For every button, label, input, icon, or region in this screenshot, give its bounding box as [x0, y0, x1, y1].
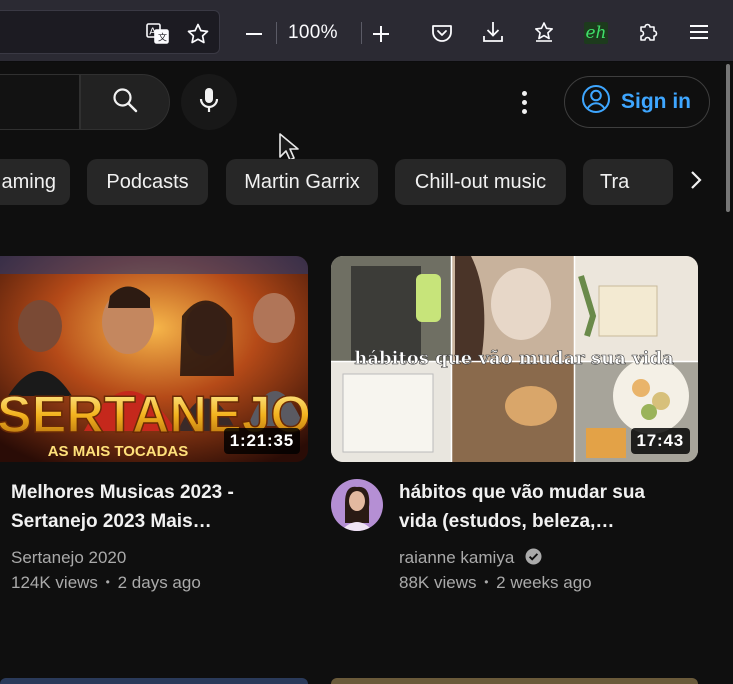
microphone-icon: [198, 86, 220, 119]
voice-search-button[interactable]: [181, 74, 237, 130]
thumbnail-subtitle-text: AS MAIS TOCADAS: [48, 443, 189, 460]
search-icon: [111, 86, 139, 119]
extension-star-icon[interactable]: [530, 18, 558, 46]
video-duration: 17:43: [630, 428, 690, 454]
chip-label: aming: [1, 170, 56, 193]
settings-more-button[interactable]: [512, 86, 536, 118]
video-thumbnail[interactable]: hábitos que vão mudar sua vida 17:43: [331, 256, 698, 462]
video-title[interactable]: Melhores Musicas 2023 - Sertanejo 2023 M…: [11, 478, 311, 536]
download-icon[interactable]: [479, 18, 507, 46]
next-video-thumbnail[interactable]: [0, 678, 308, 684]
channel-name[interactable]: raianne kamiya: [399, 545, 542, 572]
meta-separator: •: [484, 575, 489, 589]
zoom-level[interactable]: 100%: [288, 22, 338, 44]
channel-avatar[interactable]: [331, 479, 383, 531]
zoom-separator: [361, 22, 362, 44]
thumbnail-title-text: hábitos que vão mudar sua vida: [354, 348, 674, 369]
search-button[interactable]: [80, 74, 170, 130]
browser-toolbar: A文 100% eh: [0, 0, 733, 62]
sign-in-label: Sign in: [621, 90, 691, 113]
chip-gaming[interactable]: aming: [0, 159, 70, 205]
chip-label: Chill-out music: [414, 170, 547, 193]
video-thumbnail[interactable]: SERTANEJO AS MAIS TOCADAS 1:21:35: [0, 256, 308, 462]
channel-name[interactable]: Sertanejo 2020: [11, 545, 126, 570]
eh-extension-icon[interactable]: eh: [584, 22, 608, 44]
url-bar[interactable]: A文: [0, 10, 220, 54]
video-title-line: vida (estudos, beleza,…: [399, 511, 615, 532]
chip-podcasts[interactable]: Podcasts: [87, 159, 208, 205]
svg-text:A: A: [149, 27, 156, 38]
meta-separator: •: [105, 575, 110, 589]
search-input[interactable]: [0, 74, 80, 130]
chips-next-button[interactable]: [676, 159, 716, 205]
chip-label: Podcasts: [106, 170, 189, 193]
menu-hamburger-icon[interactable]: [685, 19, 713, 45]
chevron-right-icon: [689, 169, 703, 196]
view-count: 88K views: [399, 573, 477, 592]
video-stats: 124K views • 2 days ago: [11, 570, 201, 595]
bookmark-star-icon[interactable]: [184, 20, 212, 48]
video-title[interactable]: hábitos que vão mudar sua vida (estudos,…: [399, 478, 699, 536]
video-title-line: Melhores Musicas 2023 -: [11, 482, 234, 503]
sign-in-button[interactable]: Sign in: [564, 76, 710, 128]
verified-badge-icon: [525, 547, 542, 572]
translate-icon[interactable]: A文: [144, 21, 172, 47]
video-title-line: hábitos que vão mudar sua: [399, 482, 645, 503]
video-duration: 1:21:35: [223, 428, 300, 454]
upload-age: 2 days ago: [117, 573, 201, 592]
video-title-line: Sertanejo 2023 Mais…: [11, 511, 212, 532]
chip-trance[interactable]: Tra: [583, 159, 673, 205]
zoom-out-icon[interactable]: [241, 21, 267, 47]
chip-label: Martin Garrix: [244, 170, 360, 193]
account-icon: [581, 84, 611, 120]
next-video-thumbnail[interactable]: [331, 678, 698, 684]
view-count: 124K views: [11, 573, 98, 592]
svg-text:文: 文: [158, 32, 167, 44]
video-stats: 88K views • 2 weeks ago: [399, 570, 592, 595]
upload-age: 2 weeks ago: [496, 573, 592, 592]
chip-label: Tra: [600, 170, 630, 193]
pocket-icon[interactable]: [428, 19, 456, 47]
zoom-separator: [276, 22, 277, 44]
chip-chill-out-music[interactable]: Chill-out music: [395, 159, 566, 205]
zoom-in-icon[interactable]: [368, 21, 394, 47]
channel-name-text: raianne kamiya: [399, 548, 515, 567]
scrollbar-thumb[interactable]: [726, 64, 730, 212]
extensions-puzzle-icon[interactable]: [634, 18, 662, 46]
chip-martin-garrix[interactable]: Martin Garrix: [226, 159, 378, 205]
